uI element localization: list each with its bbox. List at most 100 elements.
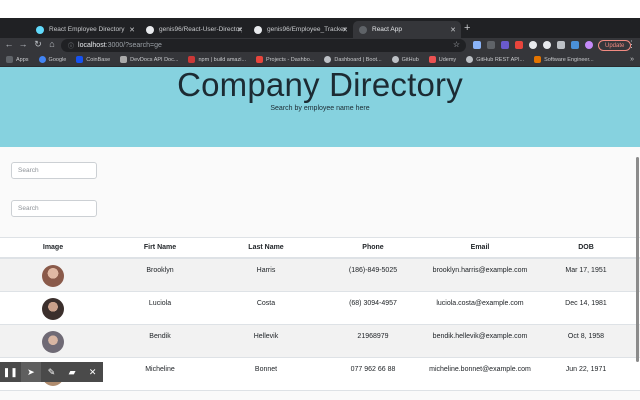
bookmark-label: Google	[48, 56, 67, 63]
globe-icon	[359, 25, 367, 34]
google-icon	[38, 56, 46, 63]
tab-title: React App	[372, 26, 402, 33]
address-bar[interactable]: ⓘ localhost:3000/?search=ge ☆	[61, 39, 466, 52]
extension-icon[interactable]	[529, 41, 537, 49]
puzzle-icon[interactable]	[557, 41, 565, 49]
bookmark-star-icon[interactable]: ☆	[453, 40, 460, 49]
bookmark-icon	[534, 56, 542, 63]
tab-strip: React Employee Directory ✕ genis96/React…	[0, 18, 640, 38]
tab-react-employee-directory[interactable]: React Employee Directory ✕	[30, 21, 140, 38]
cell-dob: Mar 17, 1951	[565, 267, 607, 274]
page-content: Company Directory Search by employee nam…	[0, 67, 640, 400]
bookmark-coinbase[interactable]: CoinBase	[76, 56, 110, 63]
avatar	[42, 331, 64, 353]
npm-icon	[188, 56, 196, 63]
bookmark-label: GitHub	[401, 56, 419, 63]
cell-last-name: Hellevik	[253, 333, 279, 340]
bookmark-label: GitHub REST API...	[476, 56, 525, 63]
highlighter-icon[interactable]: ▰	[62, 362, 83, 382]
back-arrow-icon[interactable]: ←	[4, 39, 14, 49]
profile-avatar-icon[interactable]	[585, 41, 593, 49]
more-bookmarks-icon[interactable]: »	[630, 56, 634, 63]
cell-phone: (186)-849-5025	[348, 267, 398, 274]
home-icon[interactable]: ⌂	[47, 39, 57, 49]
cell-first-name: Brooklyn	[146, 267, 174, 274]
bookmark-devdocs[interactable]: DevDocs API Doc...	[120, 56, 178, 63]
header-image[interactable]: Image	[30, 244, 76, 251]
tab-react-app[interactable]: React App ✕	[353, 21, 461, 38]
github-icon	[146, 25, 154, 34]
bookmark-label: Udemy	[438, 56, 457, 63]
browser-window: React Employee Directory ✕ genis96/React…	[0, 0, 640, 400]
avatar	[42, 265, 64, 287]
menu-icon[interactable]: ⋮	[627, 39, 636, 50]
header-last-name[interactable]: Last Name	[226, 244, 306, 251]
tab-title: React Employee Directory	[49, 26, 125, 33]
header-dob[interactable]: DOB	[546, 244, 626, 251]
extension-icon[interactable]	[543, 41, 551, 49]
udemy-icon	[428, 56, 436, 63]
cell-phone: 21968979	[357, 333, 389, 340]
cell-dob: Jun 22, 1971	[565, 366, 607, 373]
extension-icon[interactable]	[501, 41, 509, 49]
cell-first-name: Bendik	[149, 333, 171, 340]
cell-phone: (68) 3094-4957	[349, 300, 397, 307]
cell-last-name: Harris	[256, 267, 276, 274]
extension-icon[interactable]	[571, 41, 579, 49]
cell-email: brooklyn.harris@example.com	[432, 267, 528, 274]
page-scrollbar[interactable]	[636, 157, 639, 362]
extension-icon[interactable]	[473, 41, 481, 49]
bookmark-software-engineer[interactable]: Software Engineer...	[534, 56, 594, 63]
cell-first-name: Luciola	[148, 300, 172, 307]
close-icon[interactable]: ✕	[129, 26, 135, 34]
recording-toolbar: ❚❚ ➤ ✎ ▰ ✕	[0, 362, 103, 382]
pen-icon[interactable]: ✎	[41, 362, 62, 382]
github-icon	[324, 56, 332, 63]
coinbase-icon	[76, 56, 84, 63]
cursor-icon[interactable]: ➤	[20, 362, 42, 382]
cell-last-name: Costa	[256, 300, 276, 307]
cell-email: micheline.bonnet@example.com	[429, 366, 531, 373]
header-email[interactable]: Email	[430, 244, 530, 251]
tab-react-user-directory[interactable]: genis96/React-User-Directory ✕	[140, 21, 248, 38]
close-icon[interactable]: ✕	[342, 26, 348, 34]
close-icon[interactable]: ✕	[82, 362, 103, 382]
close-icon[interactable]: ✕	[237, 26, 243, 34]
bookmark-label: Dashboard | Boot...	[334, 56, 382, 63]
bookmark-github[interactable]: GitHub	[391, 56, 419, 63]
github-icon	[466, 56, 474, 63]
bookmark-label: DevDocs API Doc...	[130, 56, 179, 63]
table-row: Brooklyn Harris (186)-849-5025 brooklyn.…	[0, 259, 640, 292]
url-host: localhost	[78, 42, 106, 49]
table-row: Bendik Hellevik 21968979 bendik.hellevik…	[0, 325, 640, 358]
extension-icon[interactable]	[487, 41, 495, 49]
info-icon[interactable]: ⓘ	[68, 41, 74, 50]
bookmark-udemy[interactable]: Udemy	[428, 56, 457, 63]
tab-employee-tracker[interactable]: genis96/Employee_Tracker ✕	[248, 21, 353, 38]
cell-first-name: Micheline	[145, 366, 175, 373]
search-input[interactable]	[11, 162, 97, 179]
bookmark-github-rest-api[interactable]: GitHub REST API...	[466, 56, 524, 63]
bookmark-npm[interactable]: npm | build amazi...	[188, 56, 246, 63]
forward-arrow-icon[interactable]: →	[18, 39, 28, 49]
table-row: Luciola Costa (68) 3094-4957 luciola.cos…	[0, 292, 640, 325]
search-input-secondary[interactable]	[11, 200, 97, 217]
cell-phone: 077 962 66 88	[350, 366, 396, 373]
bookmark-google[interactable]: Google	[38, 56, 67, 63]
new-tab-icon[interactable]: +	[464, 22, 470, 34]
bookmark-projects[interactable]: Projects - Dashbo...	[256, 56, 314, 63]
bookmark-label: Projects - Dashbo...	[266, 56, 315, 63]
extension-icon[interactable]	[515, 41, 523, 49]
header-phone[interactable]: Phone	[333, 244, 413, 251]
page-subtitle: Search by employee name here	[270, 105, 370, 112]
reload-icon[interactable]: ↻	[33, 39, 43, 50]
close-icon[interactable]: ✕	[450, 26, 456, 34]
header-first-name[interactable]: Firt Name	[120, 244, 200, 251]
bookmark-label: npm | build amazi...	[198, 56, 247, 63]
bookmark-dashboard[interactable]: Dashboard | Boot...	[324, 56, 382, 63]
bookmark-apps[interactable]: Apps	[6, 56, 29, 63]
pause-icon[interactable]: ❚❚	[0, 362, 21, 382]
hero-banner: Company Directory Search by employee nam…	[0, 67, 640, 147]
page-title: Company Directory	[177, 67, 463, 103]
url-path: :3000/?search=ge	[105, 42, 162, 49]
